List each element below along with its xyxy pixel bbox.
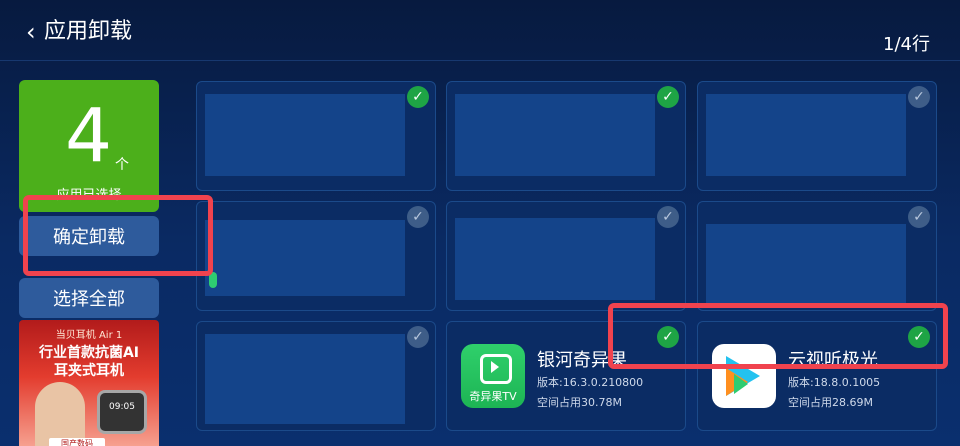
app-tile-4[interactable]: ✓ [196,201,436,311]
selected-count-card: 4 个 应用已选择 [19,80,159,212]
selected-count-unit: 个 [115,157,129,173]
app-tile-7[interactable]: ✓ [196,321,436,431]
app-size: 空间占用30.78M [537,396,622,409]
icon-label: 奇异果TV [469,390,517,403]
app-tile-1[interactable]: ✓ [196,81,436,191]
play-icon [491,361,499,373]
earphone-case-image: 09:05 [97,390,147,434]
page-indicator: 1/4行 [883,34,930,55]
app-tile-2[interactable]: ✓ [446,81,686,191]
unselected-check-icon: ✓ [407,326,429,348]
ad-headline: 行业首款抗菌AI [38,345,140,361]
unselected-check-icon: ✓ [908,86,930,108]
unselected-check-icon: ✓ [407,206,429,228]
unselected-check-icon: ✓ [657,206,679,228]
app-size: 空间占用28.69M [788,396,873,409]
highlight-box-confirm [23,195,213,276]
selected-check-icon: ✓ [407,86,429,108]
ad-subheadline: 耳夹式耳机 [54,363,124,379]
top-bar: ‹ 应用卸载 1/4行 [0,0,960,61]
back-icon[interactable]: ‹ [26,18,36,46]
app-placeholder [706,224,906,306]
ad-model-image [35,382,85,446]
app-placeholder [455,218,655,300]
app-placeholder [706,94,906,176]
qiyiguo-tv-icon: 奇异果TV [461,344,525,408]
page-title: 应用卸载 [44,19,133,44]
app-placeholder [205,334,405,424]
play-shape [734,374,748,394]
app-tile-5[interactable]: ✓ [446,201,686,311]
selected-check-icon: ✓ [657,86,679,108]
app-tile-3[interactable]: ✓ [697,81,937,191]
ad-badge: 国产数码 [49,438,105,446]
app-placeholder [205,94,405,176]
selected-count: 4 [65,93,113,179]
app-version: 版本:18.8.0.1005 [788,376,881,389]
app-placeholder [455,94,655,176]
highlight-box-checks [608,303,948,369]
earphone-ad-banner[interactable]: 当贝耳机 Air 1 行业首款抗菌AI 耳夹式耳机 09:05 国产数码 [19,320,159,446]
app-version: 版本:16.3.0.210800 [537,376,644,389]
device-time: 09:05 [109,402,135,412]
ad-product-name: 当贝耳机 Air 1 [55,330,123,341]
select-all-button[interactable]: 选择全部 [19,278,159,318]
app-tile-6[interactable]: ✓ [697,201,937,311]
unselected-check-icon: ✓ [908,206,930,228]
app-placeholder [205,220,405,296]
